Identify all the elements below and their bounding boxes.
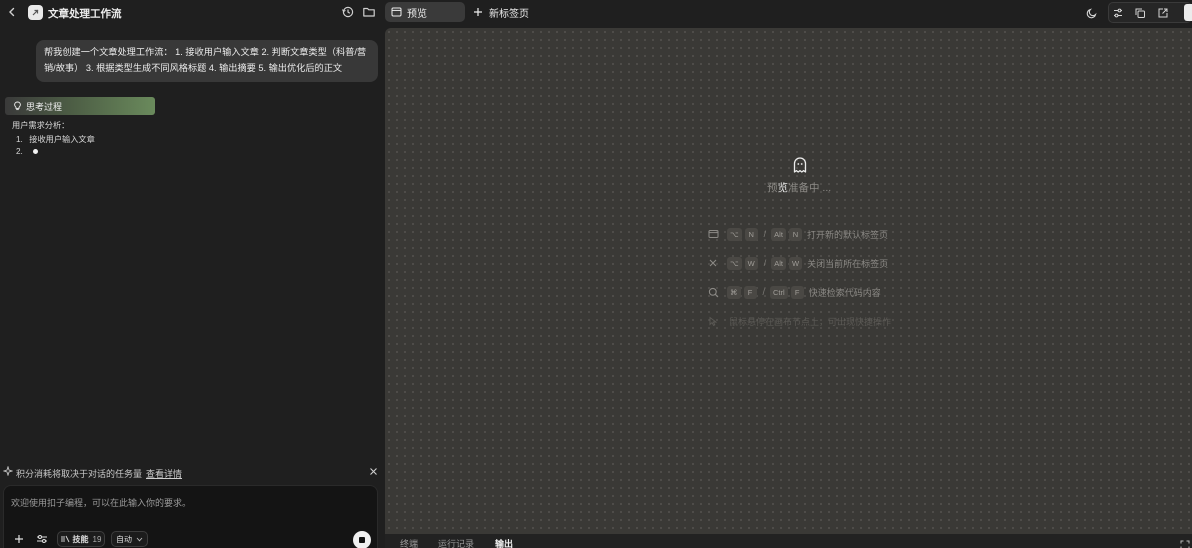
message-composer[interactable]: 欢迎使用扣子编程，可以在此输入你的要求。 技能 19 自动	[3, 485, 378, 548]
list-item: 1. 接收用户输入文章	[16, 133, 95, 145]
key: ⌥	[727, 256, 742, 270]
lightbulb-icon	[13, 101, 22, 111]
list-item-text: 接收用户输入文章	[29, 135, 95, 144]
key: F	[743, 285, 757, 299]
workspace-tab-bar: 预览 新标签页	[384, 0, 1192, 26]
new-tab-button[interactable]: 新标签页	[473, 2, 529, 22]
key: N	[788, 227, 802, 241]
canvas-hint: 鼠标悬停在画布节点上，可出现快捷操作	[707, 314, 891, 328]
stop-icon	[359, 537, 365, 543]
settings-sliders-button[interactable]	[33, 531, 51, 547]
key: ⌘	[727, 285, 741, 299]
notice-text: 积分消耗将取决于对话的任务量	[16, 469, 143, 479]
chevron-down-icon	[136, 537, 143, 541]
list-item-number: 2.	[16, 147, 23, 156]
search-icon	[707, 287, 719, 298]
adjust-icon[interactable]	[1109, 4, 1126, 21]
copy-icon[interactable]	[1131, 4, 1148, 21]
back-arrow-icon[interactable]	[6, 6, 18, 18]
moon-icon[interactable]	[1083, 4, 1100, 21]
tab-preview[interactable]: 预览	[385, 2, 465, 22]
app-logo	[28, 5, 43, 20]
browser-window-icon	[391, 7, 402, 17]
shortcut-row: ⌘ F / Ctrl F 快速检索代码内容	[707, 285, 881, 299]
skills-icon	[61, 535, 69, 543]
plus-icon	[473, 6, 483, 19]
chat-panel: 文章处理工作流 帮我创建一个文章处理工作流： 1. 接收用户输入文章 2. 判断…	[0, 0, 384, 548]
key: Alt	[771, 256, 787, 270]
ghost-icon	[793, 157, 807, 173]
publish-button[interactable]	[1184, 4, 1192, 21]
key: W	[789, 256, 803, 270]
thinking-process-toggle[interactable]: 思考过程	[5, 97, 155, 115]
shortcut-description: 关闭当前所在标签页	[807, 258, 889, 269]
typing-cursor	[33, 149, 39, 155]
analysis-title: 用户需求分析：	[12, 121, 70, 130]
plus-icon	[15, 535, 23, 543]
hint-text: 鼠标悬停在画布节点上，可出现快捷操作	[729, 316, 892, 327]
folder-icon[interactable]	[362, 5, 376, 19]
history-icon[interactable]	[341, 5, 355, 19]
list-item: 2.	[16, 147, 39, 156]
key: W	[744, 256, 758, 270]
pointer-icon	[707, 316, 719, 326]
workflow-title: 文章处理工作流	[48, 8, 122, 20]
key: ⌥	[727, 227, 742, 241]
window-icon	[707, 229, 719, 239]
loading-suffix: 准备中 ...	[788, 182, 832, 194]
preview-canvas[interactable]: 预览准备中 ... ⌥ N / Alt N 打开新的默认标签页 ⌥ W / Al…	[385, 28, 1192, 534]
key: F	[790, 285, 804, 299]
app-window: 文章处理工作流 帮我创建一个文章处理工作流： 1. 接收用户输入文章 2. 判断…	[0, 0, 1192, 548]
key: N	[744, 227, 758, 241]
message-input[interactable]: 欢迎使用扣子编程，可以在此输入你的要求。	[11, 496, 191, 509]
tab-terminal[interactable]: 终端	[400, 537, 418, 548]
chat-header: 文章处理工作流	[0, 0, 384, 26]
stop-generation-button[interactable]	[353, 531, 371, 548]
close-icon	[707, 258, 719, 268]
mode-select[interactable]: 自动	[111, 531, 148, 547]
shortcut-description: 快速检索代码内容	[808, 287, 881, 298]
add-attachment-button[interactable]	[11, 531, 27, 547]
skills-count: 19	[92, 534, 102, 544]
list-item-number: 1.	[16, 135, 23, 144]
bottom-tab-bar: 终端 运行记录 输出	[385, 534, 1192, 548]
loading-prefix: 预	[767, 182, 778, 194]
sliders-icon	[37, 535, 47, 543]
key: Alt	[771, 227, 786, 241]
thinking-label: 思考过程	[26, 101, 63, 112]
preview-loading-status: 预览准备中 ...	[767, 180, 831, 195]
tab-preview-label: 预览	[407, 8, 427, 20]
key: Ctrl	[770, 285, 788, 299]
shortcut-description: 打开新的默认标签页	[806, 229, 888, 240]
loading-highlight: 览	[777, 182, 789, 194]
fullscreen-icon[interactable]	[1180, 537, 1190, 548]
new-tab-label: 新标签页	[489, 8, 529, 20]
skills-button[interactable]: 技能 19	[57, 531, 105, 547]
notice-details-link[interactable]: 查看详情	[146, 467, 182, 480]
skills-label: 技能	[72, 534, 89, 544]
shortcut-row: ⌥ N / Alt N 打开新的默认标签页	[707, 227, 888, 241]
close-icon[interactable]	[369, 467, 378, 479]
user-message-bubble: 帮我创建一个文章处理工作流： 1. 接收用户输入文章 2. 判断文章类型（科普/…	[36, 40, 378, 82]
sparkle-icon	[2, 465, 14, 478]
tab-run-log[interactable]: 运行记录	[438, 537, 474, 548]
tab-output[interactable]: 输出	[495, 537, 513, 548]
mode-label: 自动	[116, 534, 132, 544]
external-link-icon[interactable]	[1154, 4, 1171, 21]
shortcut-row: ⌥ W / Alt W 关闭当前所在标签页	[707, 256, 888, 270]
credit-notice: 积分消耗将取决于对话的任务量 查看详情	[0, 465, 384, 479]
